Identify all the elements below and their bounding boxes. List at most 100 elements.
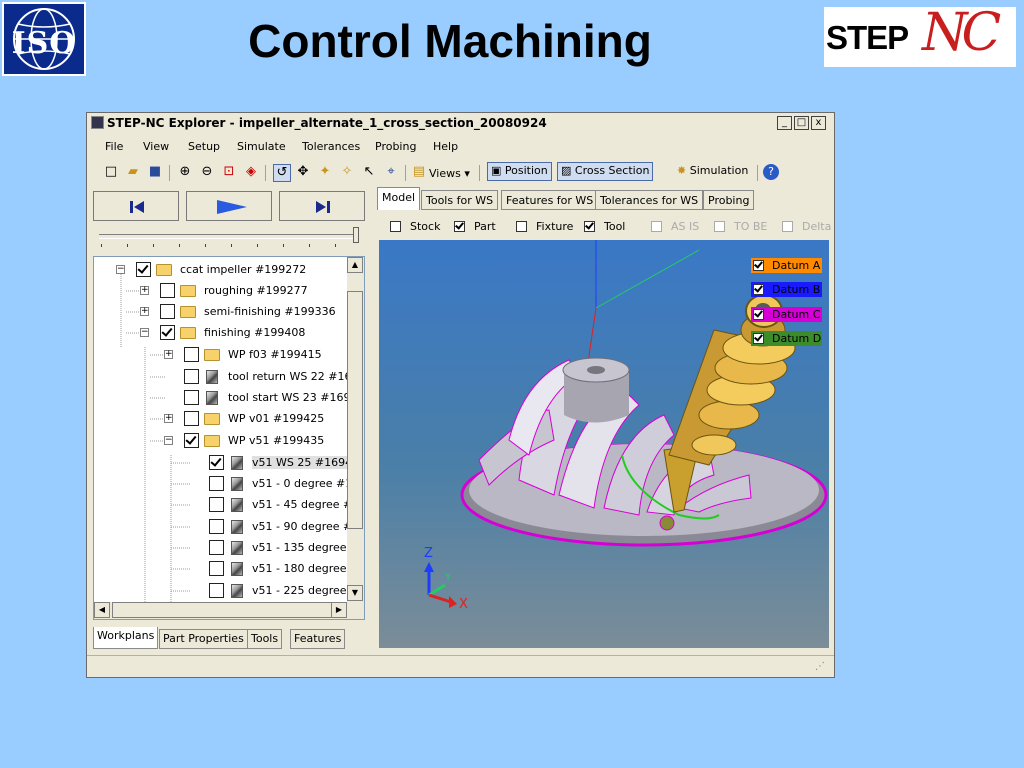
tree-item[interactable]: v51 - 135 degree xyxy=(94,538,347,558)
tree-item[interactable]: v51 - 45 degree # xyxy=(94,495,347,515)
stock-checkbox[interactable] xyxy=(390,221,401,232)
tree-checkbox[interactable] xyxy=(209,583,224,598)
collapse-icon[interactable]: − xyxy=(116,265,125,274)
tree-item[interactable]: − finishing #199408 xyxy=(94,323,347,343)
horizontal-scroll-thumb[interactable] xyxy=(112,602,334,618)
save-icon[interactable]: ■ xyxy=(147,164,163,180)
datum-b[interactable]: Datum B xyxy=(751,282,822,297)
zoom-out-icon[interactable]: ⊖ xyxy=(199,164,215,180)
tree-checkbox[interactable] xyxy=(209,476,224,491)
tree-item[interactable]: − WP v51 #199435 xyxy=(94,431,347,451)
datum-a-checkbox[interactable] xyxy=(753,260,764,271)
tree-item[interactable]: + WP v01 #199425 xyxy=(94,409,347,429)
scroll-down-icon[interactable]: ▼ xyxy=(347,585,363,601)
select-face-icon[interactable]: ✧ xyxy=(339,164,355,180)
menu-file[interactable]: File xyxy=(105,140,123,153)
menu-simulate[interactable]: Simulate xyxy=(237,140,286,153)
close-button[interactable]: x xyxy=(811,116,826,130)
datum-d[interactable]: Datum D xyxy=(751,331,822,346)
tree-checkbox[interactable] xyxy=(184,369,199,384)
datum-c-checkbox[interactable] xyxy=(753,309,764,320)
tree-item[interactable]: tool start WS 23 #1693 xyxy=(94,388,347,408)
tree-vertical-scrollbar[interactable]: ▲ ▼ xyxy=(347,257,364,602)
tab-workplans[interactable]: Workplans xyxy=(93,627,159,649)
help-icon[interactable]: ? xyxy=(763,164,779,180)
menu-probing[interactable]: Probing xyxy=(375,140,416,153)
pointer-icon[interactable]: ↖ xyxy=(361,164,377,180)
simulation-slider-track[interactable] xyxy=(99,234,355,239)
expand-icon[interactable]: + xyxy=(140,307,149,316)
datum-d-checkbox[interactable] xyxy=(753,333,764,344)
tree-item[interactable]: − ccat impeller #199272 xyxy=(94,260,347,280)
tab-model[interactable]: Model xyxy=(377,187,421,210)
play-button[interactable] xyxy=(186,191,272,221)
cross-section-button[interactable]: ▨ Cross Section xyxy=(557,162,654,181)
tree-item[interactable]: tool return WS 22 #169 xyxy=(94,367,347,387)
scroll-right-icon[interactable]: ▶ xyxy=(331,602,347,618)
tree-checkbox[interactable] xyxy=(160,283,175,298)
menu-help[interactable]: Help xyxy=(433,140,458,153)
tree-item[interactable]: + WP f03 #199415 xyxy=(94,345,347,365)
tree-checkbox[interactable] xyxy=(184,390,199,405)
measure-icon[interactable]: ⌖ xyxy=(383,164,399,180)
expand-icon[interactable]: + xyxy=(164,414,173,423)
tree-item[interactable]: + semi-finishing #199336 xyxy=(94,302,347,322)
open-folder-icon[interactable]: ▰ xyxy=(125,164,141,180)
tree-checkbox[interactable] xyxy=(184,411,199,426)
tab-probing[interactable]: Probing xyxy=(703,190,755,210)
new-file-icon[interactable]: □ xyxy=(103,164,119,180)
window-titlebar[interactable]: STEP-NC Explorer - impeller_alternate_1_… xyxy=(87,113,834,133)
tree-checkbox[interactable] xyxy=(184,433,199,448)
datum-a[interactable]: Datum A xyxy=(751,258,822,273)
menu-view[interactable]: View xyxy=(143,140,169,153)
simulation-slider-thumb[interactable] xyxy=(353,227,359,243)
menu-setup[interactable]: Setup xyxy=(188,140,220,153)
pan-icon[interactable]: ✥ xyxy=(295,164,311,180)
tree-checkbox[interactable] xyxy=(160,304,175,319)
rewind-button[interactable] xyxy=(93,191,179,221)
tool-checkbox[interactable] xyxy=(584,221,595,232)
zoom-in-icon[interactable]: ⊕ xyxy=(177,164,193,180)
expand-icon[interactable]: + xyxy=(140,286,149,295)
simulation-button[interactable]: ✸ Simulation xyxy=(673,162,752,181)
tree-item-selected[interactable]: v51 WS 25 #1694 xyxy=(94,453,347,473)
center-icon[interactable]: ◈ xyxy=(243,164,259,180)
tab-part-properties[interactable]: Part Properties xyxy=(159,629,248,649)
skip-forward-button[interactable] xyxy=(279,191,365,221)
tree-checkbox[interactable] xyxy=(209,497,224,512)
tree-item[interactable]: + roughing #199277 xyxy=(94,281,347,301)
tab-features[interactable]: Features xyxy=(290,629,346,649)
tree-checkbox[interactable] xyxy=(209,540,224,555)
resize-grip-icon[interactable]: ⋰ xyxy=(815,661,825,672)
menu-tolerances[interactable]: Tolerances xyxy=(302,140,360,153)
scroll-up-icon[interactable]: ▲ xyxy=(347,257,363,273)
tree-checkbox[interactable] xyxy=(160,325,175,340)
tree-checkbox[interactable] xyxy=(184,347,199,362)
tab-tools[interactable]: Tools xyxy=(247,629,283,649)
tree-checkbox[interactable] xyxy=(136,262,151,277)
vertical-scroll-thumb[interactable] xyxy=(347,291,363,529)
tree-horizontal-scrollbar[interactable]: ◀ ▶ xyxy=(94,602,364,619)
tree-checkbox[interactable] xyxy=(209,455,224,470)
zoom-fit-icon[interactable]: ⊡ xyxy=(221,164,237,180)
part-checkbox[interactable] xyxy=(454,221,465,232)
minimize-button[interactable]: _ xyxy=(777,116,792,130)
3d-viewport[interactable]: Z Y X Datum A Datum B Datum C Datum D xyxy=(379,240,829,648)
collapse-icon[interactable]: − xyxy=(164,436,173,445)
datum-c[interactable]: Datum C xyxy=(751,307,822,322)
tab-features-for-ws[interactable]: Features for WS xyxy=(501,190,599,210)
rotate-icon[interactable]: ↺ xyxy=(273,164,291,182)
scroll-left-icon[interactable]: ◀ xyxy=(94,602,110,618)
tab-tools-for-ws[interactable]: Tools for WS xyxy=(421,190,499,210)
views-dropdown[interactable]: Views ▾ xyxy=(429,167,470,180)
select-icon[interactable]: ✦ xyxy=(317,164,333,180)
tree-item[interactable]: v51 - 180 degree xyxy=(94,559,347,579)
tree-checkbox[interactable] xyxy=(209,519,224,534)
expand-icon[interactable]: + xyxy=(164,350,173,359)
tree-item[interactable]: v51 - 225 degree xyxy=(94,581,347,601)
datum-b-checkbox[interactable] xyxy=(753,284,764,295)
maximize-button[interactable]: □ xyxy=(794,116,809,130)
collapse-icon[interactable]: − xyxy=(140,328,149,337)
tree-checkbox[interactable] xyxy=(209,561,224,576)
fixture-checkbox[interactable] xyxy=(516,221,527,232)
